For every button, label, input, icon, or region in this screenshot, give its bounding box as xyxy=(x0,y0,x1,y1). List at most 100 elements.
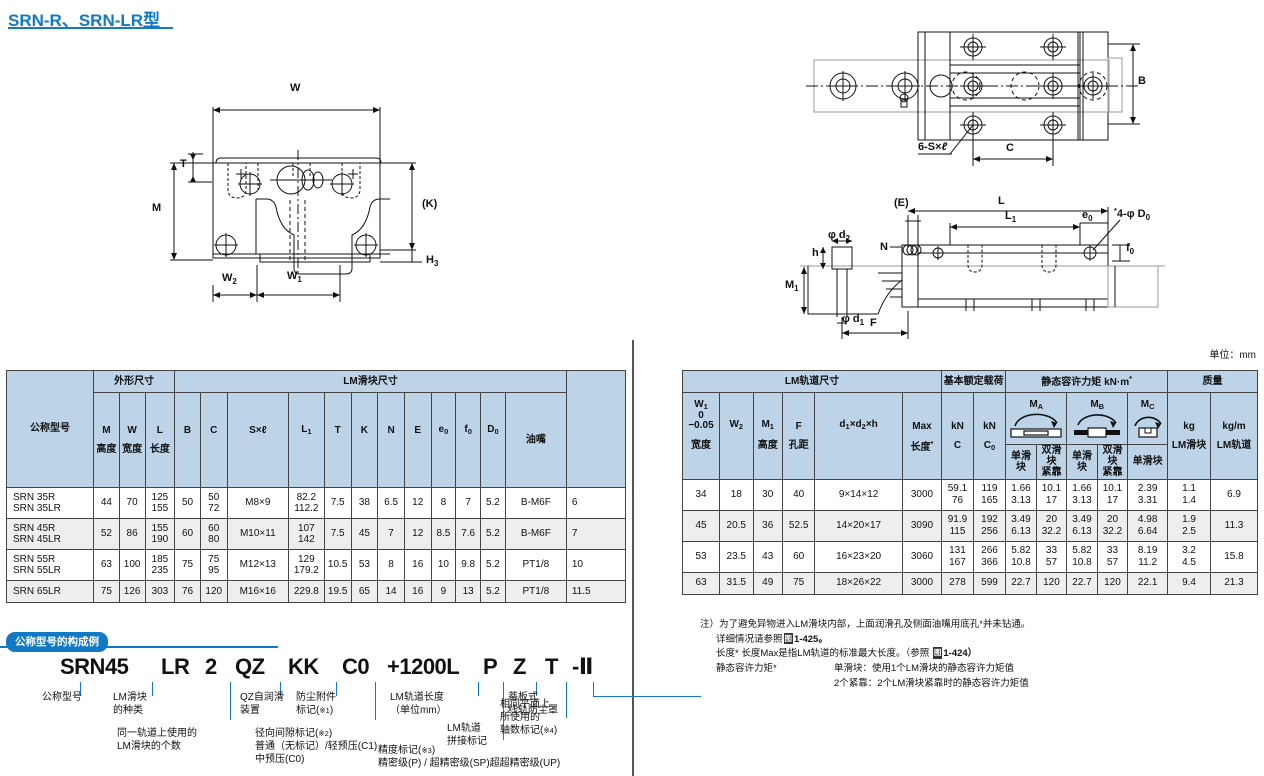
label-L: L xyxy=(998,195,1005,207)
cell-M: 44 xyxy=(93,487,120,519)
cell-C: 50 72 xyxy=(199,487,228,519)
cell-B: 50 xyxy=(174,487,201,519)
cell-model: SRN 35R SRN 35LR xyxy=(5,487,95,519)
cell-K: 65 xyxy=(350,580,379,603)
leader-clearance xyxy=(375,682,376,720)
th-block-group: LM滑块尺寸 xyxy=(174,370,567,393)
cell-L1: 229.8 xyxy=(287,580,325,603)
label-W2: W2 xyxy=(222,272,237,287)
cell-model: SRN 65LR xyxy=(5,580,95,603)
cell-L: 185 235 xyxy=(144,549,176,581)
label-T: T xyxy=(180,158,187,170)
moment-ma-icon xyxy=(1010,413,1062,438)
table-row: SRN 35R SRN 35LR 44 70 125 155 50 50 72 M8×… xyxy=(5,487,627,519)
cell-d1d2h: 16×23×20 xyxy=(814,540,903,573)
cell-F: 75 xyxy=(781,571,816,595)
th-load-group: 基本额定载荷 xyxy=(941,370,1007,393)
th-B: B xyxy=(174,392,201,488)
th-F: 孔距 F xyxy=(781,392,816,480)
cell-K: 53 xyxy=(350,549,379,581)
token-clearance: C0 xyxy=(342,654,370,679)
cell-MB2: 10.1 17 xyxy=(1096,478,1129,511)
cell-max: 3090 xyxy=(901,509,943,542)
th-L1: L1 xyxy=(287,392,325,488)
table-row: SRN 65LR 75 126 303 76 120 M16×16 229.8 … xyxy=(5,580,627,603)
cell-f0: 9.8 xyxy=(455,549,482,581)
cell-B: 60 xyxy=(174,518,201,550)
cell-mass-rail: 15.8 xyxy=(1209,540,1259,573)
note-dust: 防尘附件 标记(※1) xyxy=(296,692,336,716)
cell-e0: 9 xyxy=(430,580,457,603)
left-symbol-header-row: 高度 M 宽度 W 长度 L B C S×ℓ L1 T K N E e0 f0 D0 … xyxy=(7,392,626,488)
cell-M: 75 xyxy=(93,580,120,603)
th-f0: f0 xyxy=(455,392,482,488)
cell-MC1: 4.98 6.64 xyxy=(1127,509,1169,542)
label-L1: L1 xyxy=(1005,210,1017,225)
token-block-type: LR xyxy=(161,654,190,679)
cell-grease: B-M6F xyxy=(504,518,567,550)
cell-C: 278 xyxy=(941,571,974,595)
note-model: 公称型号 xyxy=(42,692,82,703)
th-MA-double: 双滑块 紧靠 xyxy=(1035,444,1068,480)
cell-D0: 5.2 xyxy=(480,518,506,550)
cell-grease: PT1/8 xyxy=(504,580,567,603)
th-mass-block: LM滑块 kg xyxy=(1167,392,1211,480)
table-row: 45 20.5 36 52.5 14×20×17 3090 91.9 115 19… xyxy=(681,509,1259,542)
token-band: Z xyxy=(513,654,526,679)
label-W: W xyxy=(290,82,301,94)
cell-H3: 10 xyxy=(565,549,627,581)
cell-Sxl: M12×13 xyxy=(226,549,289,581)
cell-L: 155 190 xyxy=(144,518,176,550)
cell-Sxl: M10×11 xyxy=(226,518,289,550)
note-block-type: LM滑块 的种类 xyxy=(113,692,147,716)
label-phi-d2: φ d2 xyxy=(828,229,851,244)
ref-icon: 图 xyxy=(783,632,794,645)
th-Sxl: S×ℓ xyxy=(226,392,289,488)
cell-D0: 5.2 xyxy=(480,549,506,581)
th-C: CkN xyxy=(941,392,974,480)
unit-note: 单位：mm xyxy=(1209,350,1256,361)
cell-W2: 23.5 xyxy=(719,540,754,573)
cell-mass-block: 1.9 2.5 xyxy=(1167,509,1211,542)
designation-code: SRN45 LR 2 QZ KK C0 +1200L P Z T -Ⅱ xyxy=(0,654,632,688)
cell-MC1: 22.1 xyxy=(1127,571,1169,595)
cell-M1: 43 xyxy=(752,540,783,573)
cell-H3: 11.5 xyxy=(565,580,627,603)
label-F: F xyxy=(870,317,877,329)
th-MC-icon: MC xyxy=(1127,392,1169,445)
th-M: 高度 M xyxy=(93,392,120,488)
cell-mass-rail: 21.3 xyxy=(1209,571,1259,595)
cell-MB1: 3.49 6.13 xyxy=(1066,509,1098,542)
left-table-body: SRN 35R SRN 35LR 44 70 125 155 50 50 72 M8×… xyxy=(5,487,627,603)
label-E: (E) xyxy=(894,197,909,209)
front-view-drawing: W T M (K) H3 W2 W1 xyxy=(150,82,480,330)
rail-dimensions-table: LM轨道尺寸 基本额定载荷 静态容许力矩 kN·m* 质量 宽度 W1 0 −0.0… xyxy=(681,370,1259,595)
title-underline xyxy=(8,27,173,29)
cell-M: 63 xyxy=(93,549,120,581)
cell-T: 7.5 xyxy=(323,518,352,550)
left-table-head: 公称型号 外形尺寸 LM滑块尺寸 高度 M 宽度 W 长度 L B C S×ℓ L1 … xyxy=(5,370,627,488)
cell-W1: 53 xyxy=(681,540,721,573)
block-dimensions-table: 公称型号 外形尺寸 LM滑块尺寸 高度 M 宽度 W 长度 L B C S×ℓ L1 … xyxy=(5,370,627,603)
cell-L1: 82.2 112.2 xyxy=(287,487,325,519)
side-view-drawing: (E) L L1 e0 *4-φ D0 φ d2 N h M1 φ d1 F f… xyxy=(785,195,1175,345)
label-phi-d1: φ d1 xyxy=(842,313,865,328)
footnote-2: 详细情况请参照图 1-425。 xyxy=(716,632,828,645)
th-M1: 高度 M1 xyxy=(752,392,783,480)
cell-grease: B-M6F xyxy=(504,487,567,519)
cell-model: SRN 55R SRN 55LR xyxy=(5,549,95,581)
th-mass-rail: LM轨道 kg/m xyxy=(1209,392,1259,480)
label-4-phi-D0: *4-φ D0 xyxy=(1114,206,1151,223)
cell-MA1: 3.49 6.13 xyxy=(1005,509,1037,542)
footnote-4: 静态容许力矩* 单滑块：使用1个LM滑块的静态容许力矩值 xyxy=(716,663,1014,675)
token-axes: -Ⅱ xyxy=(572,654,593,679)
cell-L: 303 xyxy=(144,580,176,603)
th-MB-single: 单滑块 xyxy=(1066,444,1098,480)
table-row: 53 23.5 43 60 16×23×20 3060 131 167 266 36… xyxy=(681,540,1259,573)
cell-E: 16 xyxy=(403,549,432,581)
cell-M1: 49 xyxy=(752,571,783,595)
front-view-svg xyxy=(170,107,422,302)
cell-W1: 45 xyxy=(681,509,721,542)
leader-count xyxy=(230,682,231,720)
label-W1: W1 xyxy=(287,270,302,285)
